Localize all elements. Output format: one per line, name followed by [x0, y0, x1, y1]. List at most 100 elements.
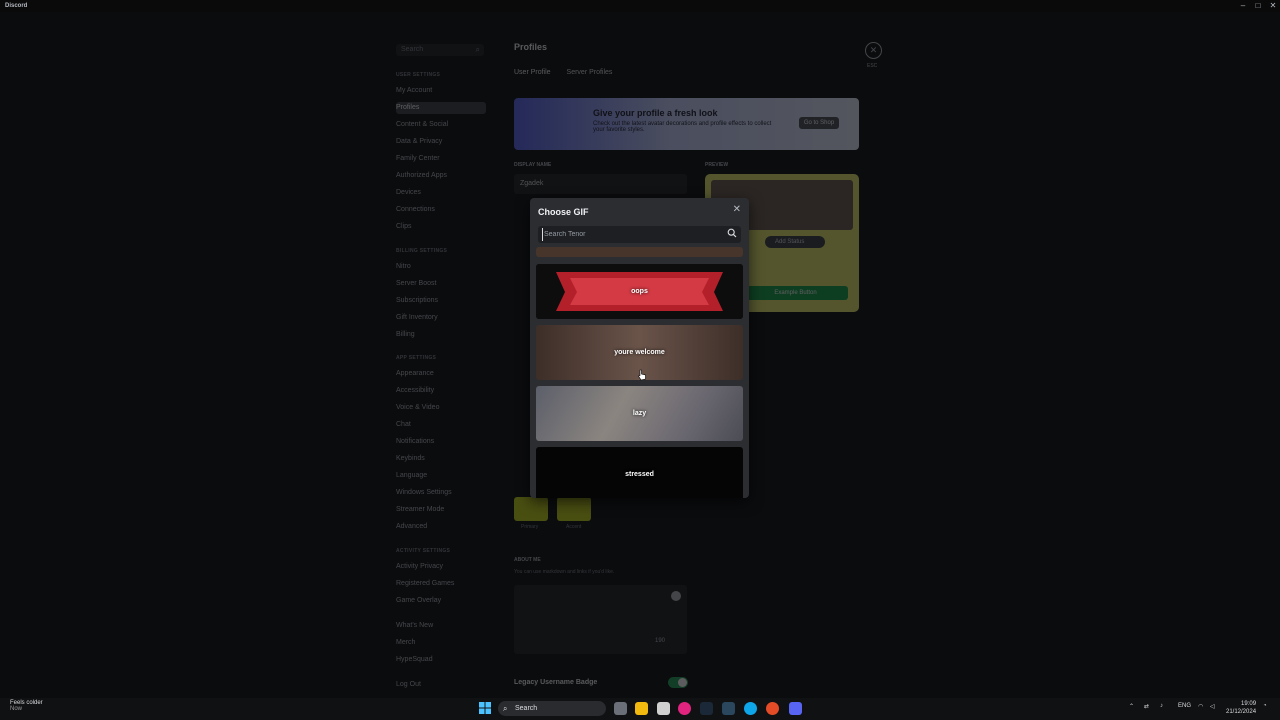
gif-item-lazy[interactable]: lazy: [536, 386, 743, 441]
banner-title: Give your profile a fresh look: [593, 108, 718, 118]
steam-icon[interactable]: [700, 702, 713, 715]
gif-picker-title: Choose GIF: [538, 207, 589, 217]
sidebar-item-chat[interactable]: Chat: [396, 419, 486, 431]
weather-sub: Now: [10, 706, 23, 712]
sidebar-item-windows-settings[interactable]: Windows Settings: [396, 487, 486, 499]
sidebar-item-clips[interactable]: Clips: [396, 221, 486, 233]
example-button[interactable]: Example Button: [743, 286, 848, 300]
notepad-icon[interactable]: [657, 702, 670, 715]
legacy-badge-label: Legacy Username Badge: [514, 679, 598, 686]
clock-date: 21/12/2024: [1226, 709, 1257, 715]
sidebar-item-activity-privacy[interactable]: Activity Privacy: [396, 561, 486, 573]
gif-search-input[interactable]: [542, 228, 722, 241]
taskbar-clock[interactable]: 19:09 21/12/2024: [1226, 700, 1256, 716]
gif-label-stressed: stressed: [625, 471, 654, 478]
sidebar-item-hypesquad[interactable]: HypeSquad: [396, 654, 486, 666]
display-name-label: DISPLAY NAME: [514, 162, 552, 168]
sidebar-item-authorized-apps[interactable]: Authorized Apps: [396, 170, 486, 182]
go-to-shop-button[interactable]: Go to Shop: [799, 117, 839, 129]
sidebar-item-subscriptions[interactable]: Subscriptions: [396, 295, 486, 307]
notification-bell-icon[interactable]: ◔: [1263, 703, 1267, 709]
taskbar-search-label: Search: [515, 705, 538, 712]
weather-widget[interactable]: Feels colder Now: [10, 700, 43, 712]
windows-start-icon[interactable]: [479, 702, 491, 714]
chevron-up-icon[interactable]: ⌃: [1129, 703, 1134, 710]
sidebar-item-appearance[interactable]: Appearance: [396, 368, 486, 380]
sidebar-item-merch[interactable]: Merch: [396, 637, 486, 649]
close-settings-icon[interactable]: ✕: [865, 42, 882, 59]
emoji-icon[interactable]: [671, 591, 681, 601]
discord-icon[interactable]: [789, 702, 802, 715]
search-icon[interactable]: [727, 228, 737, 238]
steam-icon-2[interactable]: [722, 702, 735, 715]
maximize-button[interactable]: □: [1251, 1, 1265, 11]
clock-time: 19:09: [1241, 701, 1257, 707]
search-icon: ⌕: [475, 45, 480, 54]
sidebar-item-accessibility[interactable]: Accessibility: [396, 385, 486, 397]
mic-icon[interactable]: ♪: [1160, 703, 1163, 709]
sidebar-item-keybinds[interactable]: Keybinds: [396, 453, 486, 465]
file-explorer-icon[interactable]: [635, 702, 648, 715]
settings-sidebar: Search ⌕ USER SETTINGS My Account Profil…: [390, 12, 490, 698]
page-title: Profiles: [514, 42, 548, 52]
primary-color-swatch[interactable]: [514, 497, 548, 521]
sidebar-search-placeholder: Search: [401, 46, 424, 53]
display-name-field[interactable]: Zgadek: [514, 174, 687, 194]
gif-search-box: [538, 226, 741, 243]
sidebar-item-server-boost[interactable]: Server Boost: [396, 278, 486, 290]
wifi-icon[interactable]: ◠: [1198, 703, 1203, 710]
sidebar-item-registered-games[interactable]: Registered Games: [396, 578, 486, 590]
sidebar-item-connections[interactable]: Connections: [396, 204, 486, 216]
network-icon[interactable]: ⇄: [1144, 703, 1149, 710]
close-window-button[interactable]: ✕: [1266, 1, 1280, 11]
discord-app: Discord – □ ✕ Search ⌕ USER SETTINGS My …: [0, 0, 1280, 720]
sidebar-item-content-social[interactable]: Content & Social: [396, 119, 486, 131]
sidebar-item-data-privacy[interactable]: Data & Privacy: [396, 136, 486, 148]
sidebar-item-advanced[interactable]: Advanced: [396, 521, 486, 533]
chrome-icon[interactable]: [766, 702, 779, 715]
sidebar-item-log-out[interactable]: Log Out: [396, 679, 486, 691]
sidebar-item-game-overlay[interactable]: Game Overlay: [396, 595, 486, 607]
task-view-icon[interactable]: [614, 702, 627, 715]
section-app-settings: APP SETTINGS: [396, 355, 437, 361]
edge-icon[interactable]: [744, 702, 757, 715]
sidebar-item-profiles[interactable]: Profiles: [396, 102, 486, 114]
about-char-count: 190: [654, 638, 665, 644]
legacy-badge-toggle[interactable]: [668, 677, 688, 688]
sidebar-search[interactable]: Search ⌕: [396, 44, 484, 56]
sidebar-item-billing[interactable]: Billing: [396, 329, 486, 341]
primary-swatch-label: Primary: [521, 524, 539, 530]
shop-banner: Give your profile a fresh look Check out…: [514, 98, 859, 150]
tab-user-profile[interactable]: User Profile: [514, 69, 551, 76]
windows-taskbar: Feels colder Now ⌕ Search ⌃ ⇄ ♪ ENG ◠ ◁ …: [0, 698, 1280, 720]
sidebar-item-language[interactable]: Language: [396, 470, 486, 482]
minimize-button[interactable]: –: [1236, 1, 1250, 11]
profile-tabs: User Profile Server Profiles: [514, 69, 626, 76]
sidebar-item-streamer-mode[interactable]: Streamer Mode: [396, 504, 486, 516]
sidebar-item-gift-inventory[interactable]: Gift Inventory: [396, 312, 486, 324]
title-bar: Discord – □ ✕: [0, 0, 1280, 12]
volume-icon[interactable]: ◁: [1210, 703, 1215, 710]
gif-item-oops[interactable]: oops: [536, 264, 743, 319]
esc-label: ESC: [867, 63, 878, 69]
sidebar-item-family-center[interactable]: Family Center: [396, 153, 486, 165]
app-icon[interactable]: [678, 702, 691, 715]
sidebar-item-whats-new[interactable]: What's New: [396, 620, 486, 632]
sidebar-item-nitro[interactable]: Nitro: [396, 261, 486, 273]
close-icon[interactable]: ✕: [733, 204, 741, 215]
add-status-pill[interactable]: Add Status: [765, 236, 825, 248]
sidebar-item-voice-video[interactable]: Voice & Video: [396, 402, 486, 414]
sidebar-item-notifications[interactable]: Notifications: [396, 436, 486, 448]
sidebar-item-my-account[interactable]: My Account: [396, 85, 486, 97]
sidebar-item-devices[interactable]: Devices: [396, 187, 486, 199]
gif-item-stressed[interactable]: stressed: [536, 447, 743, 498]
tab-server-profiles[interactable]: Server Profiles: [567, 69, 613, 76]
banner-subtitle: Check out the latest avatar decorations …: [593, 121, 772, 133]
gif-item-partial[interactable]: [536, 247, 743, 257]
language-indicator[interactable]: ENG: [1178, 703, 1191, 709]
taskbar-search[interactable]: ⌕ Search: [498, 701, 606, 716]
accent-color-swatch[interactable]: [557, 497, 591, 521]
search-icon: ⌕: [503, 704, 508, 713]
section-activity-settings: ACTIVITY SETTINGS: [396, 548, 451, 554]
about-me-textarea[interactable]: 190: [514, 585, 687, 654]
